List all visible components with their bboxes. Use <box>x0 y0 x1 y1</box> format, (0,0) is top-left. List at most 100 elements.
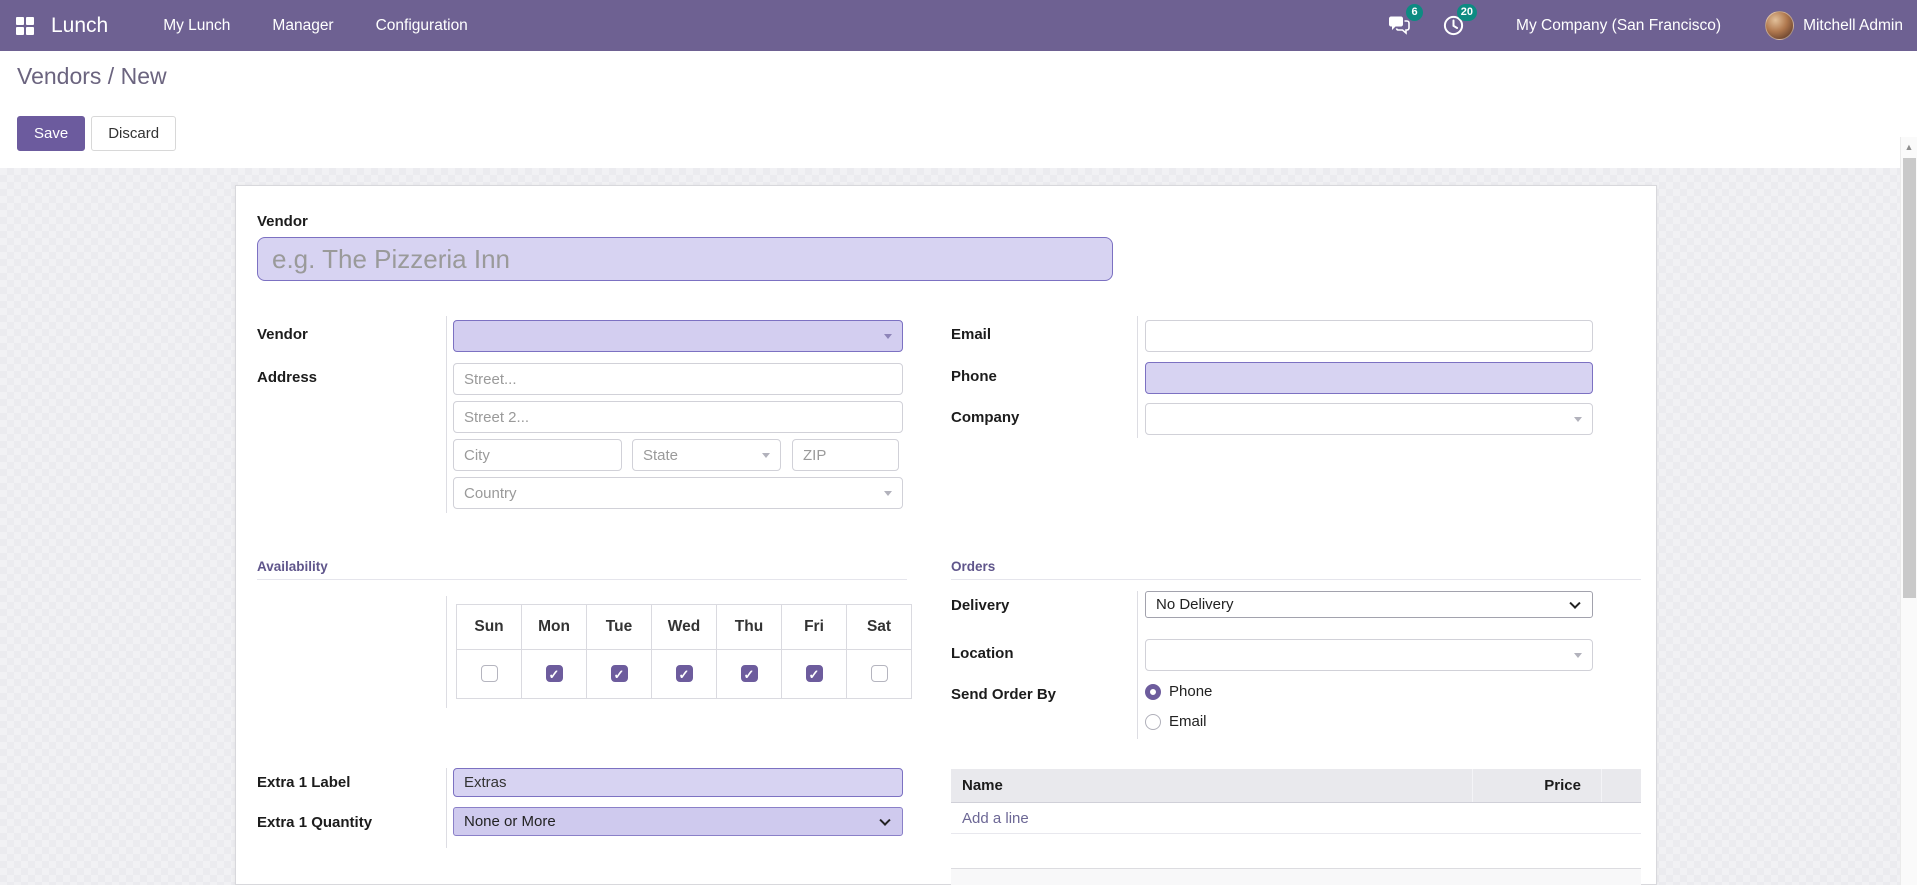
availability-separator <box>446 596 447 708</box>
select-chevron-icon <box>1569 597 1580 608</box>
checkbox-sun[interactable] <box>481 665 498 682</box>
breadcrumb-current: New <box>121 63 167 89</box>
location-many2one[interactable] <box>1145 639 1593 671</box>
checkbox-fri[interactable] <box>806 665 823 682</box>
send-order-email-option: Email <box>1145 713 1207 730</box>
orders-section-title: Orders <box>951 559 995 574</box>
country-placeholder: Country <box>464 485 517 502</box>
activities-button[interactable]: 20 <box>1438 11 1468 41</box>
city-input[interactable] <box>453 439 622 471</box>
top-navbar: Lunch My Lunch Manager Configuration 6 2… <box>0 0 1917 51</box>
save-button[interactable]: Save <box>17 116 85 151</box>
checkbox-tue[interactable] <box>611 665 628 682</box>
form-action-buttons: Save Discard <box>17 116 176 151</box>
user-avatar[interactable] <box>1765 11 1794 40</box>
breadcrumb-separator: / <box>108 63 121 89</box>
form-view-background: Vendor Vendor Address State Country Emai… <box>0 168 1917 885</box>
company-label: Company <box>951 409 1019 426</box>
extra1-separator <box>446 768 447 848</box>
extra1-quantity-value: None or More <box>464 813 556 830</box>
radio-phone[interactable] <box>1145 684 1161 700</box>
menu-configuration[interactable]: Configuration <box>355 0 489 51</box>
vendor-many2one[interactable] <box>453 320 903 352</box>
scrollbar-up-arrow[interactable]: ▲ <box>1901 142 1917 152</box>
send-order-by-label: Send Order By <box>951 686 1056 703</box>
email-label: Email <box>951 326 991 343</box>
radio-email[interactable] <box>1145 714 1161 730</box>
extra1-quantity-label: Extra 1 Quantity <box>257 814 372 831</box>
user-menu[interactable]: Mitchell Admin <box>1803 17 1903 35</box>
menu-my-lunch[interactable]: My Lunch <box>142 0 251 51</box>
delivery-label: Delivery <box>951 597 1009 614</box>
days-header-row: Sun Mon Tue Wed Thu Fri Sat <box>457 605 912 650</box>
navbar-right: 6 20 My Company (San Francisco) Mitchell… <box>1372 11 1917 41</box>
delivery-select[interactable]: No Delivery <box>1145 591 1593 618</box>
extra1-label-input[interactable] <box>453 768 903 797</box>
radio-email-label[interactable]: Email <box>1169 713 1207 730</box>
state-placeholder: State <box>643 447 678 464</box>
send-order-phone-option: Phone <box>1145 683 1212 700</box>
day-header-fri: Fri <box>782 605 847 650</box>
address-label: Address <box>257 369 317 386</box>
messages-button[interactable]: 6 <box>1384 11 1414 41</box>
right-group-separator <box>1137 316 1138 438</box>
extra1-label-label: Extra 1 Label <box>257 774 350 791</box>
country-many2one[interactable]: Country <box>453 477 903 509</box>
extras-lines-table: Name Price Add a line <box>951 769 1641 834</box>
company-many2one[interactable] <box>1145 403 1593 435</box>
checkbox-thu[interactable] <box>741 665 758 682</box>
checkbox-sat[interactable] <box>871 665 888 682</box>
app-brand[interactable]: Lunch <box>51 14 108 38</box>
radio-phone-label[interactable]: Phone <box>1169 683 1212 700</box>
delivery-select-value: No Delivery <box>1156 596 1234 613</box>
dropdown-caret-icon <box>884 334 892 339</box>
orders-separator <box>1137 591 1138 739</box>
extra1-quantity-select[interactable]: None or More <box>453 807 903 836</box>
availability-section-title: Availability <box>257 559 328 574</box>
vendor-field-label: Vendor <box>257 326 308 343</box>
control-panel: Vendors / New Save Discard <box>0 51 1917 168</box>
menu-manager[interactable]: Manager <box>251 0 354 51</box>
zip-input[interactable] <box>792 439 899 471</box>
breadcrumb-vendors-link[interactable]: Vendors <box>17 63 101 89</box>
add-a-line-link[interactable]: Add a line <box>951 803 1641 834</box>
dropdown-caret-icon <box>1574 417 1582 422</box>
apps-menu-icon[interactable] <box>0 0 51 51</box>
phone-label: Phone <box>951 368 997 385</box>
scrollbar-thumb[interactable] <box>1903 158 1916 598</box>
breadcrumb: Vendors / New <box>17 63 167 90</box>
extras-table-footer <box>951 868 1641 885</box>
actions-column-header <box>1601 769 1641 802</box>
availability-section-line <box>257 579 907 580</box>
extras-table-header: Name Price <box>951 769 1641 803</box>
dropdown-caret-icon <box>1574 653 1582 658</box>
checkbox-wed[interactable] <box>676 665 693 682</box>
vertical-scrollbar[interactable]: ▲ <box>1900 137 1917 885</box>
email-input[interactable] <box>1145 320 1593 352</box>
location-label: Location <box>951 645 1014 662</box>
day-header-sun: Sun <box>457 605 522 650</box>
discard-button[interactable]: Discard <box>91 116 176 151</box>
day-header-thu: Thu <box>717 605 782 650</box>
vendor-name-label: Vendor <box>257 213 308 230</box>
vendor-name-input[interactable] <box>257 237 1113 281</box>
chat-icon <box>1388 16 1410 36</box>
left-group-separator <box>446 316 447 513</box>
day-header-mon: Mon <box>522 605 587 650</box>
availability-days-table: Sun Mon Tue Wed Thu Fri Sat <box>456 604 912 699</box>
street2-input[interactable] <box>453 401 903 433</box>
apps-grid-icon <box>14 15 36 37</box>
company-switcher[interactable]: My Company (San Francisco) <box>1516 17 1721 35</box>
phone-input[interactable] <box>1145 362 1593 394</box>
select-chevron-icon <box>879 814 890 825</box>
state-many2one[interactable]: State <box>632 439 781 471</box>
street-input[interactable] <box>453 363 903 395</box>
dropdown-caret-icon <box>884 491 892 496</box>
days-checkbox-row <box>457 650 912 699</box>
activities-badge: 20 <box>1457 4 1477 21</box>
orders-section-line <box>951 579 1641 580</box>
price-column-header: Price <box>1472 769 1601 802</box>
checkbox-mon[interactable] <box>546 665 563 682</box>
day-header-tue: Tue <box>587 605 652 650</box>
day-header-sat: Sat <box>847 605 912 650</box>
